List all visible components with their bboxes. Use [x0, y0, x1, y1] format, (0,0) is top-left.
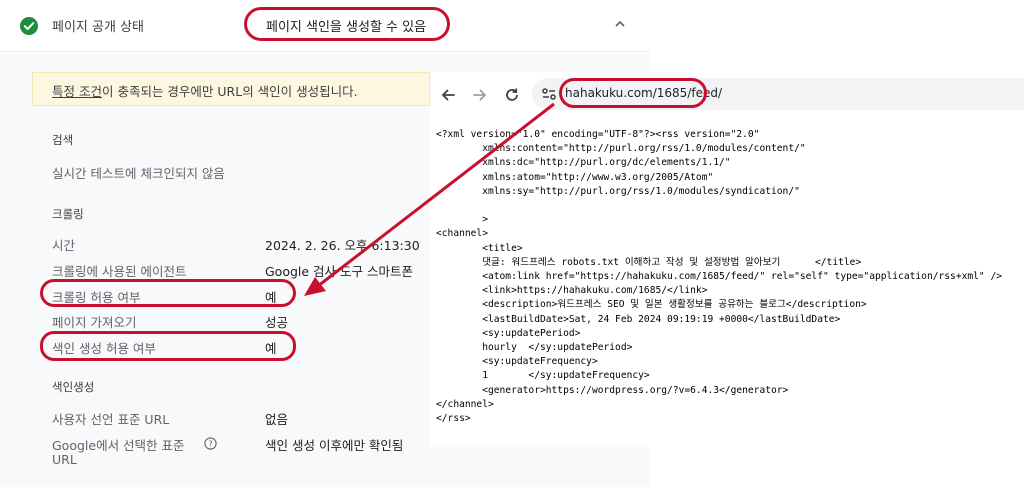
specific-conditions-link[interactable]: 특정 조건 — [52, 84, 102, 99]
xml-line: <channel> — [436, 228, 488, 240]
page-fetch-label: 페이지 가져오기 — [52, 315, 137, 330]
annotation-oval-crawl-allowed — [40, 279, 296, 307]
xml-line: <generator>https://wordpress.org/?v=6.4.… — [436, 384, 789, 396]
crawl-agent-label: 크롤링에 사용된 에이전트 — [52, 264, 187, 279]
xml-line: 1 </sy:updateFrequency> — [436, 370, 650, 382]
indexing-section-title: 색인생성 — [52, 380, 95, 394]
notice-text: 특정 조건이 충족되는 경우에만 URL의 색인이 생성됩니다. — [52, 81, 358, 100]
crawling-section-title: 크롤링 — [52, 207, 84, 221]
chevron-up-icon[interactable] — [613, 17, 627, 31]
xml-line: <sy:updatePeriod> — [436, 327, 581, 339]
back-arrow-icon[interactable] — [440, 87, 456, 103]
xml-line: xmlns:content="http://purl.org/rss/1.0/m… — [436, 143, 806, 155]
xml-line: hourly </sy:updatePeriod> — [436, 342, 633, 354]
crawl-time-label: 시간 — [52, 238, 76, 253]
notice-rest-text: 이 충족되는 경우에만 URL의 색인이 생성됩니다. — [101, 84, 358, 99]
xml-line: <link>https://hahakuku.com/1685/</link> — [436, 285, 708, 297]
xml-line: xmlns:atom="http://www.w3.org/2005/Atom" — [436, 171, 714, 183]
rss-xml-source: <?xml version="1.0" encoding="UTF-8"?><r… — [436, 128, 1024, 426]
xml-line: </rss> — [436, 413, 471, 425]
google-canonical-value: 색인 생성 이후에만 확인됨 — [265, 438, 404, 453]
xml-line: <?xml version="1.0" encoding="UTF-8"?><r… — [436, 129, 760, 140]
forward-arrow-icon[interactable] — [472, 87, 488, 103]
crawl-agent-value: Google 검사 도구 스마트폰 — [265, 264, 414, 279]
google-canonical-label-line2: URL — [52, 452, 77, 467]
user-canonical-label: 사용자 선언 표준 URL — [52, 412, 170, 427]
xml-line: <description>워드프레스 SEO 및 일본 생활정보를 공유하는 블… — [436, 299, 867, 311]
browser-window: hahakuku.com/1685/feed/ <?xml version="1… — [430, 72, 1024, 447]
user-canonical-value: 없음 — [265, 412, 289, 427]
annotation-oval-indexing-allowed — [40, 331, 296, 361]
reload-icon[interactable] — [504, 87, 520, 103]
page-fetch-value: 성공 — [265, 315, 289, 330]
realtime-test-text: 실시간 테스트에 체크인되지 않음 — [52, 166, 225, 181]
xml-line: <lastBuildDate>Sat, 24 Feb 2024 09:19:19… — [436, 313, 841, 325]
xml-line: > — [436, 214, 488, 226]
help-circle-icon[interactable]: ? — [204, 437, 217, 450]
svg-text:?: ? — [208, 439, 212, 448]
xml-line: <title> — [436, 242, 523, 254]
xml-line: 댓글: 워드프레스 robots.txt 이해하고 작성 및 설정방법 알아보기… — [436, 256, 862, 268]
check-circle-icon — [20, 17, 38, 35]
xml-line — [436, 199, 1024, 213]
search-section-title: 검색 — [52, 133, 74, 147]
xml-line: xmlns:dc="http://purl.org/dc/elements/1.… — [436, 157, 731, 169]
browser-toolbar: hahakuku.com/1685/feed/ — [430, 72, 1024, 117]
crawl-time-value: 2024. 2. 26. 오후 6:13:30 — [265, 238, 420, 253]
annotation-oval-url — [559, 78, 707, 108]
site-settings-icon[interactable] — [541, 86, 557, 102]
xml-line: </channel> — [436, 398, 494, 410]
annotation-oval-status — [244, 7, 450, 41]
xml-line: <atom:link href="https://hahakuku.com/16… — [436, 271, 1003, 283]
xml-line: <sy:updateFrequency> — [436, 356, 598, 368]
page-availability-row[interactable]: 페이지 공개 상태 페이지 색인을 생성할 수 있음 — [0, 0, 650, 52]
page-availability-label: 페이지 공개 상태 — [52, 20, 144, 35]
xml-line: xmlns:sy="http://purl.org/rss/1.0/module… — [436, 185, 800, 197]
